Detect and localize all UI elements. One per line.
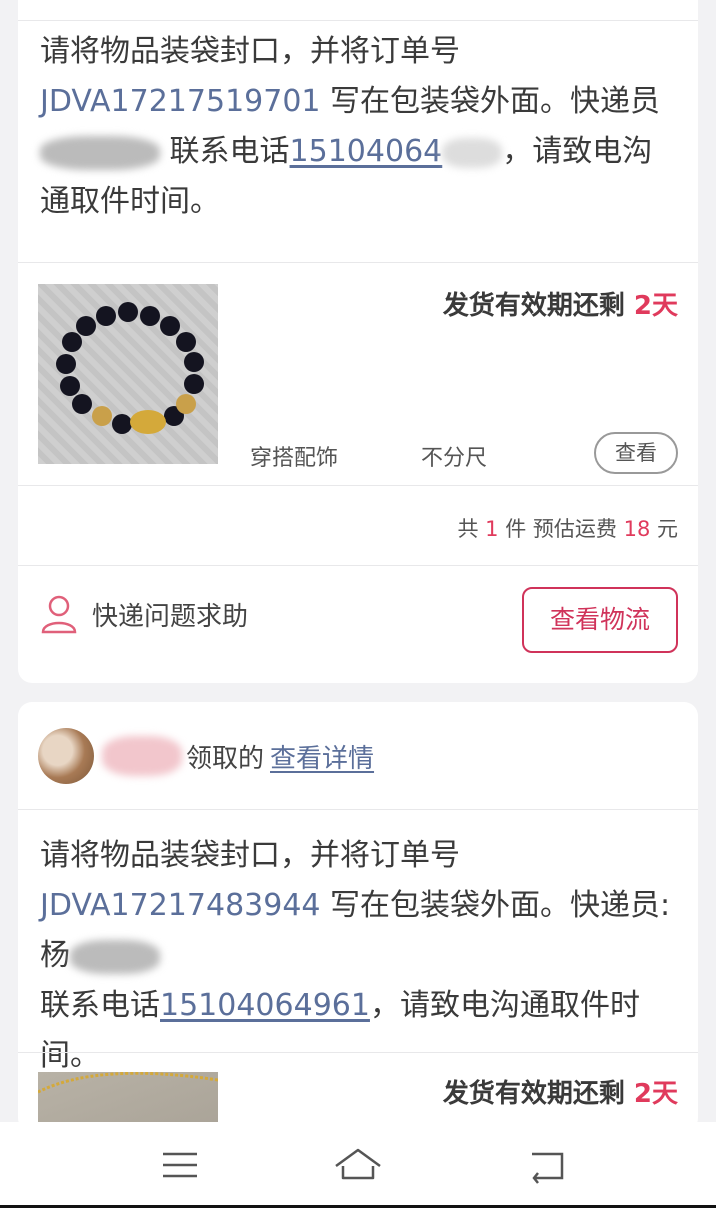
divider bbox=[18, 1052, 698, 1053]
home-icon[interactable] bbox=[333, 1142, 383, 1188]
back-icon[interactable] bbox=[522, 1142, 572, 1188]
shipping-deadline: 发货有效期还剩 2天 bbox=[443, 1073, 678, 1110]
bracelet-image bbox=[56, 302, 204, 434]
courier-help-link[interactable]: 快递问题求助 bbox=[40, 594, 248, 634]
deadline-value: 2天 bbox=[633, 1079, 678, 1109]
instruction-text: 联系电话 bbox=[40, 988, 160, 1023]
order-summary: 共 1 件 预估运费 18 元 bbox=[457, 513, 678, 543]
instruction-text: 联系电话 bbox=[160, 134, 290, 169]
item-count: 1 bbox=[485, 517, 499, 541]
product-category: 穿搭配饰 bbox=[250, 446, 339, 471]
menu-icon[interactable] bbox=[155, 1142, 205, 1188]
order-instruction: 请将物品装袋封口，并将订单号 JDVA17217483944 写在包装袋外面。快… bbox=[40, 831, 676, 1081]
redacted-phone bbox=[442, 137, 503, 168]
order-card: 请将物品装袋封口，并将订单号 JDVA17217519701 写在包装袋外面。快… bbox=[18, 0, 698, 683]
redacted-username bbox=[102, 736, 182, 776]
system-navigation-bar bbox=[0, 1122, 716, 1208]
order-instruction: 请将物品装袋封口，并将订单号 JDVA17217519701 写在包装袋外面。快… bbox=[40, 27, 676, 227]
view-product-button[interactable]: 查看 bbox=[594, 432, 678, 474]
shipping-fee: 18 bbox=[623, 517, 651, 541]
order-number: JDVA17217519701 bbox=[40, 84, 321, 119]
instruction-text: 请将物品装袋封口，并将订单号 bbox=[40, 34, 460, 69]
order-card: 领取的 查看详情 请将物品装袋封口，并将订单号 JDVA17217483944 … bbox=[18, 702, 698, 1132]
divider bbox=[18, 485, 698, 486]
redacted-courier-name bbox=[70, 939, 160, 974]
help-label: 快递问题求助 bbox=[92, 601, 249, 632]
shipping-deadline: 发货有效期还剩 2天 bbox=[443, 285, 678, 322]
redacted-courier-name bbox=[40, 135, 160, 170]
claim-text: 领取的 bbox=[186, 743, 265, 774]
view-logistics-button[interactable]: 查看物流 bbox=[522, 587, 678, 653]
claim-row: 领取的 查看详情 bbox=[38, 728, 374, 784]
courier-phone-link[interactable]: 15104064 bbox=[290, 134, 443, 169]
deadline-value: 2天 bbox=[633, 291, 678, 321]
user-outline-icon bbox=[41, 595, 77, 634]
product-size: 不分尺 bbox=[421, 446, 488, 471]
summary-text: 共 bbox=[457, 517, 486, 541]
courier-phone-link[interactable]: 15104064961 bbox=[160, 988, 370, 1023]
avatar[interactable] bbox=[38, 728, 94, 784]
deadline-label: 发货有效期还剩 bbox=[442, 291, 634, 321]
divider bbox=[18, 20, 698, 21]
deadline-label: 发货有效期还剩 bbox=[442, 1079, 634, 1109]
summary-text: 件 预估运费 bbox=[498, 517, 624, 541]
instruction-text: 写在包装袋外面。快递员 bbox=[320, 84, 661, 119]
divider bbox=[18, 565, 698, 566]
instruction-text: 请将物品装袋封口，并将订单号 bbox=[40, 838, 460, 873]
divider bbox=[18, 262, 698, 263]
summary-text: 元 bbox=[650, 517, 678, 541]
view-details-link[interactable]: 查看详情 bbox=[270, 738, 374, 775]
divider bbox=[18, 809, 698, 810]
order-number: JDVA17217483944 bbox=[40, 888, 321, 923]
product-image[interactable] bbox=[38, 284, 218, 464]
